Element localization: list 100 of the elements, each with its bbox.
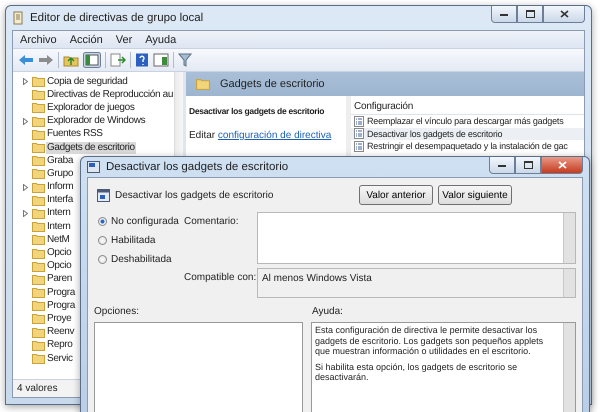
vertical-scrollbar[interactable]: [563, 213, 575, 263]
tree-item[interactable]: Grupo: [46, 168, 74, 180]
tree-item[interactable]: Explorador de Windows: [46, 115, 146, 128]
help-icon[interactable]: [135, 53, 149, 67]
tree-item[interactable]: NetM: [46, 234, 70, 246]
filter-icon[interactable]: [178, 53, 192, 67]
console-tree-icon[interactable]: [83, 52, 101, 68]
tree-item[interactable]: Repro: [46, 339, 74, 352]
document-scroll-icon: [12, 11, 24, 25]
minimize-icon: [500, 11, 508, 17]
help-paragraph: Esta configuración de directiva le permite desactivar los gadgets de escritorio. Los gadgets son pequeños applets que muestran información o utilidades en el escritorio.: [315, 325, 544, 356]
column-header[interactable]: Configuración: [351, 101, 584, 115]
policy-title: Desactivar los gadgets de escritorio: [189, 106, 326, 116]
expand-arrow-icon[interactable]: [23, 78, 28, 86]
expand-arrow-icon[interactable]: [23, 210, 28, 217]
tree-item[interactable]: Intern: [46, 207, 72, 220]
minimize-button[interactable]: [489, 157, 515, 174]
setting-row[interactable]: Restringir el desempaquetado y la instalación de gac: [351, 140, 584, 152]
close-icon: [558, 161, 566, 169]
vertical-scrollbar[interactable]: [563, 323, 575, 412]
comment-field[interactable]: [257, 212, 576, 264]
tree-item[interactable]: Servic: [46, 352, 74, 365]
radio-option[interactable]: Deshabilitada: [98, 254, 184, 265]
compatibility-field: Al menos Windows Vista: [257, 268, 576, 298]
navigation-button[interactable]: Valor siguiente: [438, 185, 512, 205]
tree-item[interactable]: Progra: [46, 286, 76, 299]
policy-heading: Desactivar los gadgets de escritorio: [115, 190, 274, 200]
expand-arrow-icon[interactable]: [23, 184, 28, 191]
folder-icon: [32, 89, 45, 100]
tree-item[interactable]: Paren: [46, 273, 73, 286]
folder-icon: [32, 300, 45, 312]
radio-button[interactable]: [98, 236, 107, 245]
radio-button[interactable]: [98, 217, 107, 226]
folder-icon: [196, 78, 210, 90]
export-list-icon[interactable]: [110, 53, 126, 67]
folder-icon: [32, 326, 45, 338]
tree-item[interactable]: Gadgets de escritorio: [46, 142, 136, 154]
maximize-button[interactable]: [517, 6, 543, 23]
maximize-icon: [526, 10, 534, 18]
folder-icon: [32, 340, 45, 351]
tree-item[interactable]: Interfa: [46, 194, 74, 206]
back-arrow-icon[interactable]: [18, 53, 34, 67]
tree-item[interactable]: Graba: [46, 154, 74, 167]
setting-row[interactable]: Desactivar los gadgets de escritorio: [351, 128, 584, 140]
forward-arrow-icon[interactable]: [38, 53, 54, 67]
maximize-button[interactable]: [515, 157, 541, 174]
folder-icon: [32, 128, 45, 140]
setting-icon: [354, 140, 364, 152]
policy-settings-link[interactable]: configuración de directiva: [218, 130, 332, 141]
minimize-button[interactable]: [491, 6, 517, 23]
folder-icon: [32, 221, 45, 232]
navigation-button[interactable]: Valor anterior: [359, 185, 433, 205]
minimize-icon: [498, 162, 506, 168]
setting-row[interactable]: Reemplazar el vínculo para descargar más gadgets: [351, 115, 584, 128]
section-label: Opciones:: [94, 306, 140, 317]
policy-icon: [97, 188, 110, 202]
folder-icon: [32, 102, 45, 114]
folder-icon: [32, 248, 45, 259]
tree-item[interactable]: Copia de seguridad: [46, 76, 128, 88]
field-label: Compatible con:: [184, 271, 257, 285]
tree-item[interactable]: Reenv: [46, 326, 76, 338]
folder-icon: [32, 260, 45, 272]
folder-icon: [32, 313, 45, 324]
folder-icon: [32, 155, 45, 166]
tree-item[interactable]: Proye: [46, 312, 72, 325]
tree-item[interactable]: Explorador de juegos: [46, 102, 136, 114]
folder-icon: [32, 168, 45, 180]
folder-icon: [32, 274, 45, 285]
tree-item[interactable]: Directivas de Reproducción au: [46, 88, 174, 101]
tree-item[interactable]: Inform: [46, 181, 74, 194]
policy-icon: [87, 161, 100, 173]
radio-button[interactable]: [98, 255, 107, 264]
panel-icon[interactable]: [153, 53, 169, 67]
dialog-title: Desactivar los gadgets de escritorio: [106, 161, 288, 173]
close-button[interactable]: [543, 6, 585, 23]
close-button[interactable]: [541, 157, 583, 174]
section-title: Gadgets de escritorio: [220, 78, 325, 90]
tree-item[interactable]: Progra: [46, 300, 76, 312]
vertical-scrollbar[interactable]: [563, 269, 575, 297]
radio-option[interactable]: No configurada: [98, 216, 184, 227]
field-label: Comentario:: [184, 215, 240, 229]
tree-item[interactable]: Opcio: [46, 260, 72, 272]
expand-arrow-icon[interactable]: [23, 118, 28, 125]
folder-icon: [32, 353, 45, 364]
menu-item[interactable]: Ayuda: [145, 34, 176, 46]
folder-icon: [32, 142, 45, 154]
maximize-icon: [524, 161, 532, 169]
folder-icon: [32, 116, 45, 127]
section-label: Ayuda:: [312, 306, 343, 317]
menu-item[interactable]: Archivo: [20, 34, 57, 46]
folder-icon: [32, 194, 45, 206]
radio-option[interactable]: Habilitada: [98, 235, 184, 246]
tree-item[interactable]: Fuentes RSS: [46, 128, 104, 140]
tree-item[interactable]: Opcio: [46, 247, 72, 260]
folder-icon: [32, 182, 45, 193]
edit-text: Editar configuración de directiva: [189, 130, 332, 141]
window-title: Editor de directivas de grupo local: [30, 12, 204, 24]
menu-item[interactable]: Ver: [116, 34, 132, 46]
tree-item[interactable]: Intern: [46, 220, 72, 233]
menu-item[interactable]: Acción: [70, 34, 103, 46]
